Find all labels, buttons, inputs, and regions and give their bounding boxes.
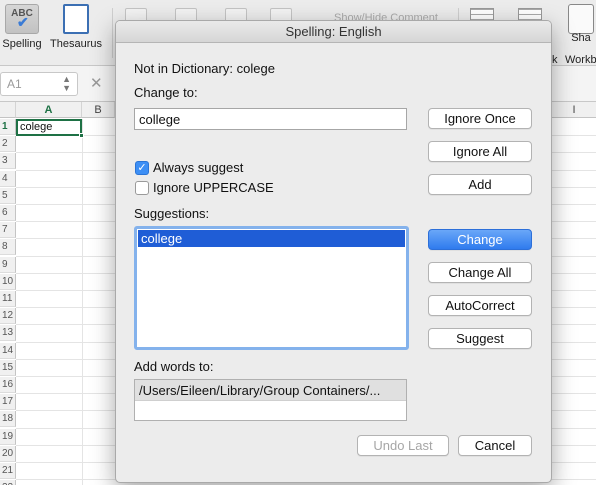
row-header[interactable]: 3 [0,153,16,170]
suggestions-label: Suggestions: [134,206,210,221]
checkbox-unchecked-icon [135,180,149,195]
not-in-dictionary-text: Not in Dictionary: [134,61,233,76]
row-header[interactable]: 22 [0,480,16,485]
row-header[interactable]: 2 [0,136,16,153]
dictionary-path[interactable]: /Users/Eileen/Library/Group Containers/.… [135,380,406,401]
row-header[interactable]: 7 [0,222,16,239]
cancel-edit-icon[interactable]: ✕ [90,74,103,92]
cell-a1-value: colege [20,121,53,133]
ignore-once-button[interactable]: Ignore Once [428,108,532,129]
autocorrect-button[interactable]: AutoCorrect [428,295,532,316]
row-header[interactable]: 4 [0,170,16,187]
row-header[interactable]: 16 [0,377,16,393]
book-icon [63,4,89,34]
column-header-a[interactable]: A [16,102,82,118]
change-all-button[interactable]: Change All [428,262,532,283]
row-header[interactable]: 14 [0,342,16,359]
change-to-label: Change to: [134,85,198,100]
share-workbook-button[interactable]: Sha [561,4,596,44]
row-header[interactable]: 11 [0,291,16,307]
share-label-bottom: Workb [565,54,596,66]
dialog-title: Spelling: English [116,21,551,43]
row-header[interactable]: 21 [0,463,16,479]
misspelled-word: colege [236,61,275,76]
checkbox-checked-icon: ✓ [135,160,149,175]
spelling-dialog: Spelling: English Not in Dictionary: col… [115,20,552,483]
list-item[interactable]: college [138,230,405,247]
row-header[interactable]: 6 [0,205,16,221]
row-header[interactable]: 15 [0,359,16,376]
always-suggest-checkbox[interactable]: ✓ Always suggest [135,160,243,175]
ignore-uppercase-checkbox[interactable]: Ignore UPPERCASE [135,180,274,195]
add-words-label: Add words to: [134,359,214,374]
select-all-corner[interactable] [0,102,16,118]
name-box[interactable]: A1 ▲ ▼ [0,72,78,96]
ignore-all-button[interactable]: Ignore All [428,141,532,162]
not-in-dictionary-label: Not in Dictionary: colege [134,61,275,76]
column-divider [82,119,83,485]
column-header-b[interactable]: B [82,102,115,118]
change-button[interactable]: Change [428,229,532,250]
checkmark-icon: ✔ [17,14,29,30]
row-header[interactable]: 20 [0,445,16,462]
cancel-button[interactable]: Cancel [458,435,532,456]
share-icon [568,4,594,34]
share-label-top: Sha [571,32,591,44]
row-header[interactable]: 5 [0,187,16,204]
name-box-value: A1 [7,77,22,91]
protect-workbook-label: k [552,54,558,66]
always-suggest-label: Always suggest [153,160,244,175]
row-header[interactable]: 9 [0,256,16,273]
row-header[interactable]: 13 [0,325,16,342]
spelling-icon: ABC ✔ [5,4,39,34]
thesaurus-button[interactable]: Thesaurus [46,4,106,50]
row-header[interactable]: 10 [0,273,16,290]
stepper-icon[interactable]: ▲ ▼ [62,75,71,93]
undo-last-button[interactable]: Undo Last [357,435,449,456]
spelling-button[interactable]: ABC ✔ Spelling [2,4,42,50]
ignore-uppercase-label: Ignore UPPERCASE [153,180,274,195]
suggestions-list[interactable]: college [134,226,409,350]
row-header[interactable]: 19 [0,428,16,445]
change-to-field[interactable]: college [134,108,407,130]
add-words-select[interactable]: /Users/Eileen/Library/Group Containers/.… [134,379,407,421]
row-header[interactable]: 18 [0,411,16,428]
fill-handle[interactable] [79,133,84,138]
row-header[interactable]: 17 [0,394,16,411]
row-header[interactable]: 8 [0,239,16,256]
add-button[interactable]: Add [428,174,532,195]
spelling-label: Spelling [2,38,42,50]
ribbon-separator [112,8,113,58]
cell-a1[interactable]: colege [16,119,84,138]
row-header[interactable]: 12 [0,308,16,325]
suggest-button[interactable]: Suggest [428,328,532,349]
row-header[interactable]: 1 [0,119,16,135]
thesaurus-label: Thesaurus [50,38,102,50]
column-header-i[interactable]: I [552,102,596,118]
